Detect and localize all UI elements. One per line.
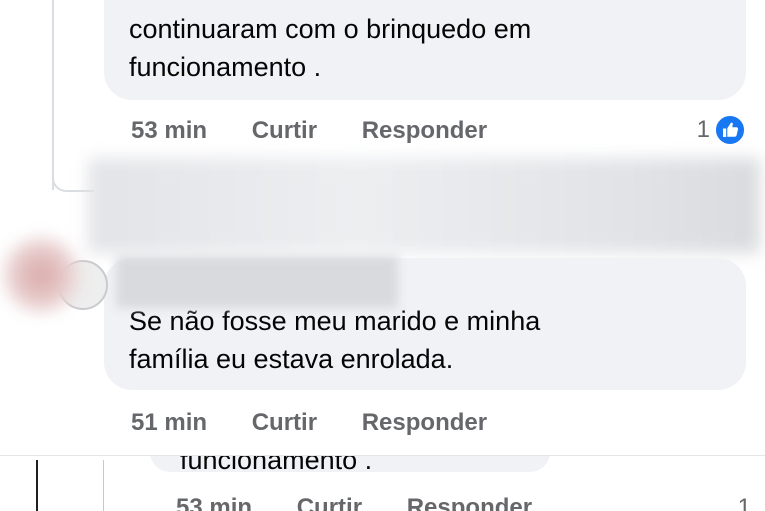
- reply-button[interactable]: Responder: [362, 409, 487, 437]
- overlapping-screenshot: funcionamento . 53 min Curtir Responder …: [0, 455, 765, 511]
- divider: [36, 460, 38, 511]
- reply-button[interactable]: Responder: [362, 117, 487, 145]
- divider: [103, 460, 104, 511]
- comment-actions: 53 min Curtir Responder: [176, 494, 570, 511]
- reaction-count: 1: [696, 116, 710, 143]
- thread-line: [52, 0, 54, 190]
- comment-timestamp[interactable]: 51 min: [131, 409, 207, 437]
- reaction-count: 1: [737, 494, 751, 511]
- comment-actions: 53 min Curtir Responder: [131, 117, 525, 145]
- reaction-summary[interactable]: 1: [697, 114, 746, 146]
- reply-button[interactable]: Responder: [407, 494, 532, 511]
- comment-text: continuaram com o brinquedo em funcionam…: [129, 10, 729, 86]
- like-button[interactable]: Curtir: [252, 409, 317, 437]
- comment-text: funcionamento .: [180, 455, 373, 475]
- blurred-content: [88, 158, 760, 253]
- comment-actions: 51 min Curtir Responder: [131, 409, 525, 437]
- comment-text-line: funcionamento .: [129, 52, 322, 82]
- comment-text-line: Se não fosse meu marido e minha: [129, 306, 541, 336]
- comment-text: Se não fosse meu marido e minha família …: [129, 302, 729, 378]
- like-button[interactable]: Curtir: [252, 117, 317, 145]
- comment-timestamp[interactable]: 53 min: [131, 117, 207, 145]
- like-icon: [714, 114, 746, 146]
- like-button[interactable]: Curtir: [297, 494, 362, 511]
- blurred-avatar: [4, 238, 78, 312]
- blurred-author-name: [116, 256, 398, 308]
- comment-text-line: continuaram com o brinquedo em: [129, 14, 532, 44]
- comment-bubble: continuaram com o brinquedo em funcionam…: [104, 0, 746, 100]
- comment-text-line: família eu estava enrolada.: [129, 344, 454, 374]
- comment-timestamp[interactable]: 53 min: [176, 494, 252, 511]
